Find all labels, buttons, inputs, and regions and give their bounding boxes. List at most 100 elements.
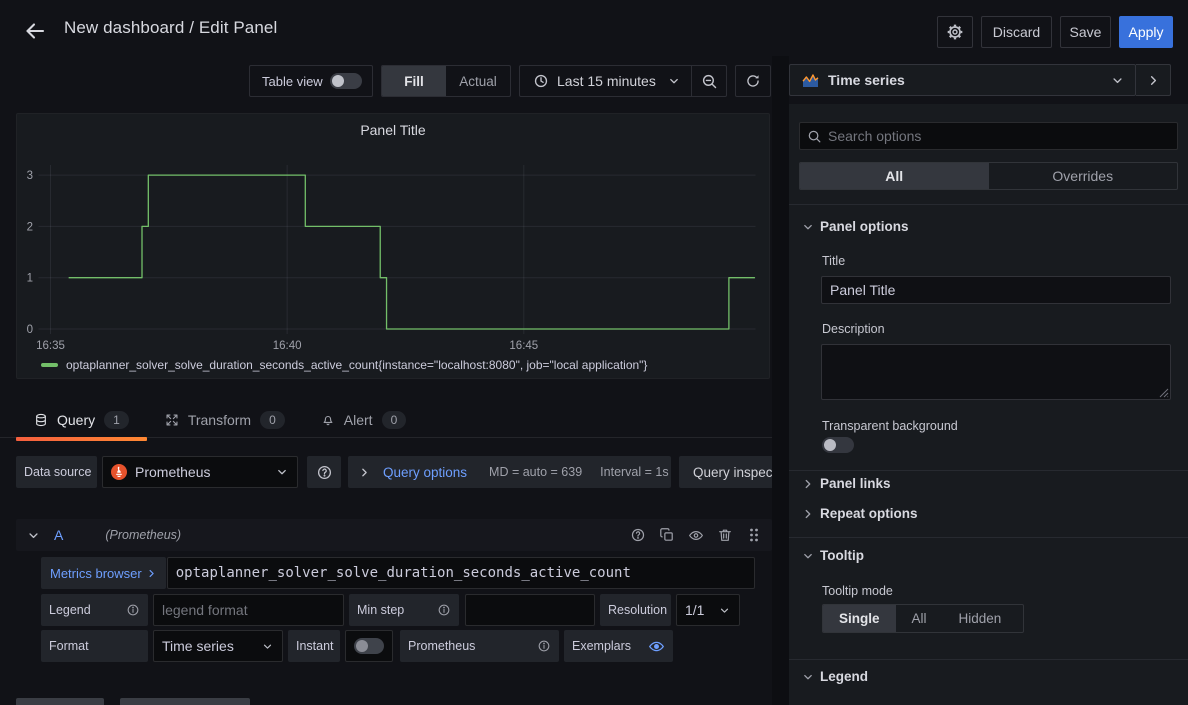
svg-text:16:45: 16:45 <box>509 340 538 352</box>
series-name: optaplanner_solver_solve_duration_second… <box>66 358 647 372</box>
trash-icon[interactable] <box>717 527 733 543</box>
query-options-toggle[interactable]: Query options MD = auto = 639 Interval =… <box>348 456 671 488</box>
search-icon <box>807 129 822 144</box>
question-circle-icon <box>316 464 333 481</box>
info-circle-icon <box>537 639 551 653</box>
visualization-name: Time series <box>828 72 1110 88</box>
section-divider <box>789 204 1188 205</box>
visualization-picker[interactable]: Time series <box>789 64 1136 96</box>
transparent-bg-label: Transparent background <box>822 419 958 433</box>
query-options-label: Query options <box>383 465 467 480</box>
info-circle-icon <box>437 603 451 617</box>
tab-transform-count: 0 <box>260 411 285 429</box>
datasource-name: Prometheus <box>135 464 275 480</box>
svg-text:16:40: 16:40 <box>273 340 302 352</box>
options-pane-body: Search options All Overrides Panel optio… <box>789 104 1188 705</box>
query-row-header[interactable]: A (Prometheus) <box>16 519 772 551</box>
tooltip-mode-hidden[interactable]: Hidden <box>943 605 1018 632</box>
tooltip-header[interactable]: Tooltip <box>801 548 864 563</box>
transparent-bg-toggle[interactable] <box>822 437 854 453</box>
chevron-down-icon <box>26 528 41 543</box>
min-step-label: Min step <box>349 594 459 626</box>
tab-alert[interactable]: Alert 0 <box>303 403 424 437</box>
save-button[interactable]: Save <box>1060 16 1111 48</box>
resize-handle-icon[interactable] <box>1159 388 1169 398</box>
back-button[interactable] <box>20 16 50 46</box>
chevron-down-icon <box>261 640 274 653</box>
main-area: Panel Title 012316:3516:4016:45 optaplan… <box>0 56 772 705</box>
options-tab-overrides[interactable]: Overrides <box>989 163 1178 189</box>
drag-handle-icon[interactable] <box>746 527 762 543</box>
tooltip-mode-single[interactable]: Single <box>823 605 896 632</box>
query-inspector-button[interactable]: Query inspector <box>679 456 772 488</box>
format-row: Format Time series Instant Prometheus <box>41 630 673 662</box>
datasource-picker[interactable]: Prometheus <box>102 456 298 488</box>
datasource-help-button[interactable] <box>307 456 341 488</box>
prometheus-icon <box>111 464 127 480</box>
tab-query-count: 1 <box>104 411 129 429</box>
add-expression-button[interactable] <box>120 698 250 705</box>
bell-icon <box>321 413 335 427</box>
datasource-label: Data source <box>16 456 97 488</box>
format-select[interactable]: Time series <box>153 630 283 662</box>
gear-icon <box>945 22 965 42</box>
database-icon <box>34 413 48 427</box>
page-header: New dashboard / Edit Panel Discard Save … <box>0 0 1188 56</box>
chevron-right-icon <box>146 568 157 579</box>
section-divider <box>789 659 1188 660</box>
tab-query[interactable]: Query 1 <box>16 403 147 437</box>
metrics-browser-button[interactable]: Metrics browser <box>41 557 166 589</box>
options-tab-all[interactable]: All <box>800 163 989 189</box>
resolution-select[interactable]: 1/1 <box>676 594 740 626</box>
query-options-md: MD = auto = 639 <box>489 465 582 479</box>
chevron-right-icon <box>358 466 371 479</box>
panel-title-input[interactable]: Panel Title <box>821 276 1171 304</box>
pane-splitter[interactable] <box>772 56 789 705</box>
copy-icon[interactable] <box>659 527 675 543</box>
options-search-placeholder: Search options <box>828 128 921 144</box>
chevron-down-icon <box>275 465 289 479</box>
chart-legend-item[interactable]: optaplanner_solver_solve_duration_second… <box>41 358 647 372</box>
query-options-interval: Interval = 1s <box>600 465 668 479</box>
active-tab-underline <box>16 437 147 441</box>
discard-button[interactable]: Discard <box>981 16 1052 48</box>
page-title: New dashboard / Edit Panel <box>64 0 277 56</box>
chevron-down-icon <box>801 549 815 563</box>
question-circle-icon[interactable] <box>630 527 646 543</box>
chevron-right-icon <box>801 507 815 521</box>
add-query-button[interactable] <box>16 698 104 705</box>
chevron-right-icon <box>801 477 815 491</box>
collapse-pane-button[interactable] <box>1136 64 1171 96</box>
panel-options-header[interactable]: Panel options <box>801 219 909 234</box>
eye-icon[interactable] <box>648 638 665 655</box>
legend-format-input[interactable] <box>153 594 344 626</box>
grafana-edit-panel: New dashboard / Edit Panel Discard Save … <box>0 0 1188 705</box>
arrow-left-icon <box>23 19 47 43</box>
svg-text:16:35: 16:35 <box>36 340 65 352</box>
eye-icon[interactable] <box>688 527 704 543</box>
panel-links-header[interactable]: Panel links <box>801 476 891 491</box>
query-expression-input[interactable]: optaplanner_solver_solve_duration_second… <box>167 557 755 589</box>
chevron-down-icon <box>718 604 731 617</box>
query-row-actions <box>630 527 762 543</box>
apply-button[interactable]: Apply <box>1119 16 1173 48</box>
min-step-input[interactable] <box>465 594 595 626</box>
legend-section-title: Legend <box>820 669 868 684</box>
svg-text:3: 3 <box>27 170 33 182</box>
options-search[interactable]: Search options <box>799 122 1178 150</box>
tab-transform[interactable]: Transform 0 <box>147 403 303 437</box>
tooltip-mode-label: Tooltip mode <box>822 584 893 598</box>
instant-toggle[interactable] <box>354 638 384 654</box>
legend-section-header[interactable]: Legend <box>801 669 868 684</box>
exemplars-label: Exemplars <box>564 630 673 662</box>
repeat-options-header[interactable]: Repeat options <box>801 506 918 521</box>
svg-text:0: 0 <box>27 324 33 336</box>
section-divider <box>789 470 1188 471</box>
query-ref-id[interactable]: A <box>54 527 63 543</box>
panel-description-textarea[interactable] <box>821 344 1171 400</box>
panel-settings-button[interactable] <box>937 16 973 48</box>
tooltip-mode-all[interactable]: All <box>896 605 943 632</box>
panel-links-title: Panel links <box>820 476 891 491</box>
instant-label: Instant <box>288 630 340 662</box>
format-value: Time series <box>162 638 234 654</box>
